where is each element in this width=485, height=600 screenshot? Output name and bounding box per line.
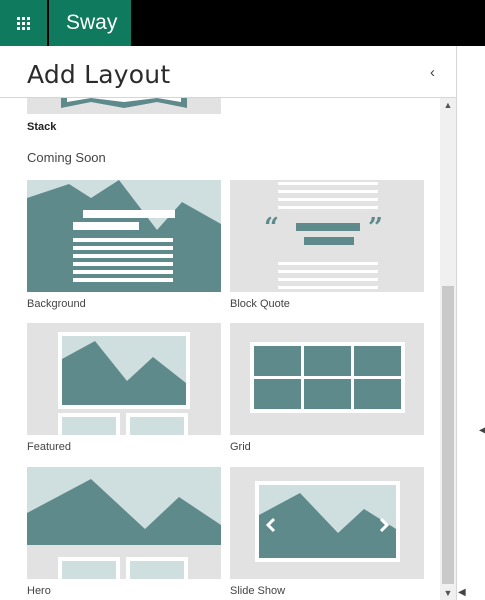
stack-layout-label: Stack <box>27 121 57 133</box>
stack-layout-thumbnail[interactable] <box>27 98 221 114</box>
app-launcher-button[interactable] <box>0 0 47 46</box>
scroll-down-icon[interactable]: ▼ <box>440 586 456 600</box>
scrollbar-thumb[interactable] <box>442 286 454 584</box>
right-gutter <box>456 46 485 600</box>
layout-label: Featured <box>27 441 72 453</box>
layout-list: Stack Coming Soon Background “ ” Block Q… <box>0 98 440 600</box>
layout-label: Grid <box>230 441 251 453</box>
svg-text:”: ” <box>368 213 383 243</box>
svg-text:“: “ <box>264 213 279 243</box>
expand-side-icon[interactable]: ◀ <box>479 425 485 436</box>
layout-card-featured[interactable]: Featured <box>27 323 221 453</box>
layout-card-slide-show[interactable]: Slide Show <box>230 467 424 597</box>
layout-label: Hero <box>27 585 51 597</box>
layout-label: Block Quote <box>230 298 290 310</box>
waffle-icon <box>17 16 30 30</box>
vertical-scrollbar[interactable]: ▲ ▼ <box>440 98 456 600</box>
scroll-up-icon[interactable]: ▲ <box>440 98 456 112</box>
layout-card-block-quote[interactable]: “ ” Block Quote <box>230 180 424 310</box>
section-heading: Coming Soon <box>27 150 106 165</box>
scroll-left-icon[interactable]: ◀ <box>458 587 466 598</box>
app-name[interactable]: Sway <box>49 0 131 46</box>
layout-label: Slide Show <box>230 585 286 597</box>
slide-show-layout-icon <box>230 467 424 579</box>
featured-layout-icon <box>27 323 221 435</box>
hero-layout-icon <box>27 467 221 579</box>
background-layout-icon <box>27 180 221 292</box>
panel-title: Add Layout <box>27 60 171 89</box>
layout-card-hero[interactable]: Hero <box>27 467 221 597</box>
grid-layout-icon <box>230 323 424 435</box>
layout-card-background[interactable]: Background <box>27 180 221 310</box>
top-bar: Sway <box>0 0 485 46</box>
block-quote-layout-icon: “ ” <box>230 180 424 292</box>
layout-card-grid[interactable]: Grid <box>230 323 424 453</box>
collapse-panel-icon[interactable]: ‹ <box>430 64 435 81</box>
layout-label: Background <box>27 298 86 310</box>
